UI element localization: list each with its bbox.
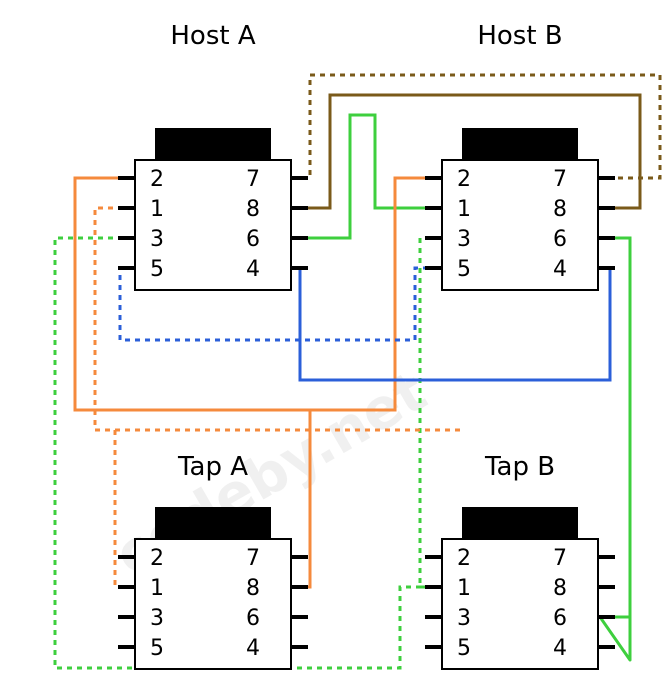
tap-a-pin-r1: 8 [246,576,260,601]
host-b-pin-r3: 4 [553,257,567,282]
tap-b-pin-r1: 8 [553,576,567,601]
tap-a-title: Tap A [177,452,248,482]
host-a-pin-r0: 7 [246,167,260,192]
tap-b-pin-r2: 6 [553,606,567,631]
host-a-pin-l2: 3 [150,227,164,252]
tap-b-pin-r0: 7 [553,546,567,571]
host-b-pin-l3: 5 [457,257,471,282]
tap-a-pin-l1: 1 [150,576,164,601]
tap-a-pin-r2: 6 [246,606,260,631]
host-a-pin-l1: 1 [150,197,164,222]
wire-green-solid-tapb2 [600,238,630,617]
host-a-pin-r2: 6 [246,227,260,252]
host-a-pin-l3: 5 [150,257,164,282]
tap-a-pin-l0: 2 [150,546,164,571]
host-b-pin-r0: 7 [553,167,567,192]
host-b-pin-l1: 1 [457,197,471,222]
tap-a-pin-r3: 4 [246,636,260,661]
tap-b-pin-r3: 4 [553,636,567,661]
connector-host-b: Host B 2 1 3 5 7 8 6 4 [425,21,615,290]
connectors: Host A 2 1 3 5 7 8 6 4 Host B [118,21,615,669]
tap-b-pin-l1: 1 [457,576,471,601]
tap-a-pin-r0: 7 [246,546,260,571]
tap-b-pin-l2: 3 [457,606,471,631]
tap-a-pin-l2: 3 [150,606,164,631]
host-b-title: Host B [477,21,562,51]
wiring-diagram: codeby.net Host A [0,0,666,682]
host-a-pin-r3: 4 [246,257,260,282]
wire-green-solid-tapb [600,238,630,660]
connector-tap-b: Tap B 2 1 3 5 7 8 6 4 [425,452,615,669]
tap-b-pin-l3: 5 [457,636,471,661]
host-b-pin-l2: 3 [457,227,471,252]
tap-a-pin-l3: 5 [150,636,164,661]
host-b-pin-r2: 6 [553,227,567,252]
tap-b-title: Tap B [484,452,555,482]
host-b-pin-r1: 8 [553,197,567,222]
connector-host-a: Host A 2 1 3 5 7 8 6 4 [118,21,308,290]
host-a-pin-l0: 2 [150,167,164,192]
host-a-pin-r1: 8 [246,197,260,222]
tap-b-pin-l0: 2 [457,546,471,571]
host-b-pin-l0: 2 [457,167,471,192]
host-a-title: Host A [170,21,255,51]
